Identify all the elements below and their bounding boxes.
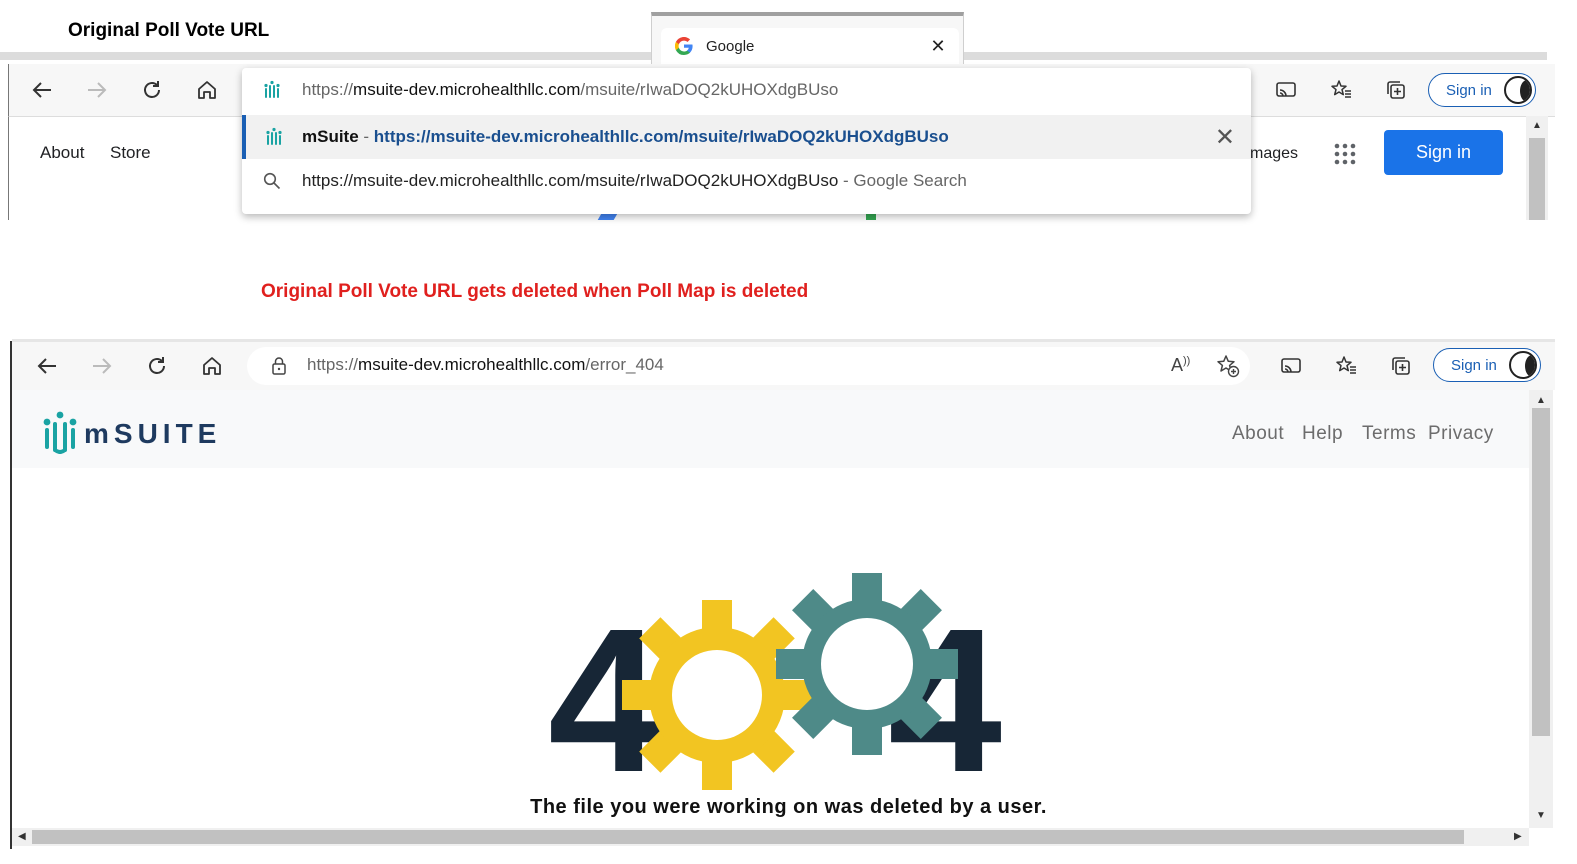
horizontal-scrollbar-thumb[interactable] — [32, 830, 1464, 844]
back-arrow-icon[interactable] — [31, 350, 63, 382]
omnibox-input-row[interactable]: https://msuite-dev.microhealthllc.com/ms… — [242, 68, 1251, 112]
google-store-link[interactable]: Store — [110, 143, 151, 163]
suggestion-separator: - — [358, 127, 374, 146]
tab-title: Google — [706, 38, 755, 55]
avatar — [1504, 76, 1532, 104]
forward-arrow-icon[interactable] — [81, 74, 113, 106]
avatar — [1509, 351, 1537, 379]
cast-icon[interactable] — [1275, 350, 1307, 382]
favorites-icon[interactable] — [1325, 74, 1357, 106]
profile-sign-in-button[interactable]: Sign in — [1428, 73, 1536, 107]
omnibox-dropdown: https://msuite-dev.microhealthllc.com/ms… — [242, 68, 1251, 214]
msuite-logo-text[interactable]: mSUITE — [84, 418, 221, 450]
back-arrow-icon[interactable] — [26, 74, 58, 106]
msuite-favicon-icon — [242, 80, 302, 100]
google-images-link[interactable]: mages — [1250, 145, 1298, 163]
msuite-logo-icon[interactable] — [42, 410, 78, 459]
google-about-link[interactable]: About — [40, 143, 84, 163]
omnibox-suggestion-search[interactable]: https://msuite-dev.microhealthllc.com/ms… — [242, 159, 1251, 203]
address-url-domain: msuite-dev.microhealthllc.com — [358, 355, 586, 374]
home-icon[interactable] — [191, 74, 223, 106]
home-icon[interactable] — [196, 350, 228, 382]
scrollbar-thumb[interactable] — [1529, 138, 1545, 220]
add-favorite-icon[interactable] — [1216, 354, 1240, 383]
scroll-up-icon[interactable]: ▲ — [1532, 120, 1542, 131]
profile-sign-in-button[interactable]: Sign in — [1433, 348, 1541, 382]
caption-original-url: Original Poll Vote URL — [68, 20, 270, 41]
scrollbar-thumb[interactable] — [1532, 408, 1550, 736]
tab-close-icon[interactable]: ✕ — [930, 36, 946, 57]
apps-grid-icon[interactable] — [1334, 143, 1356, 165]
collections-icon[interactable] — [1380, 74, 1412, 106]
collections-icon[interactable] — [1385, 350, 1417, 382]
suggestion-url: https://msuite-dev.microhealthllc.com/ms… — [373, 127, 949, 146]
suggestion-title: mSuite — [302, 127, 359, 146]
refresh-icon[interactable] — [136, 74, 168, 106]
address-url-path: /error_404 — [585, 355, 664, 374]
search-suggestion-suffix: - Google Search — [838, 171, 967, 190]
scroll-down-icon[interactable]: ▼ — [1536, 810, 1546, 821]
remove-suggestion-icon[interactable]: ✕ — [1215, 123, 1235, 152]
nav-help[interactable]: Help — [1302, 423, 1343, 445]
nav-privacy[interactable]: Privacy — [1428, 423, 1494, 445]
scroll-up-icon[interactable]: ▲ — [1536, 395, 1546, 406]
msuite-favicon-icon — [246, 127, 302, 147]
read-aloud-icon[interactable]: A)) — [1171, 355, 1190, 376]
scroll-right-icon[interactable]: ▶ — [1514, 831, 1522, 842]
omnibox-url-domain: msuite-dev.microhealthllc.com — [353, 80, 581, 99]
sign-in-label: Sign in — [1451, 356, 1497, 374]
scroll-left-icon[interactable]: ◀ — [18, 831, 26, 842]
sign-in-label: Sign in — [1446, 81, 1492, 99]
google-sign-in-button[interactable]: Sign in — [1384, 130, 1503, 175]
address-url: https://msuite-dev.microhealthllc.com/er… — [307, 355, 664, 375]
omnibox-url-prefix: https:// — [302, 80, 354, 99]
error-message: The file you were working on was deleted… — [530, 796, 1047, 818]
forward-arrow-icon[interactable] — [86, 350, 118, 382]
cast-icon[interactable] — [1270, 74, 1302, 106]
refresh-icon[interactable] — [141, 350, 173, 382]
teal-gear-icon — [776, 573, 958, 755]
caption-deleted-url: Original Poll Vote URL gets deleted when… — [261, 281, 809, 302]
google-g-icon — [675, 37, 693, 55]
nav-about[interactable]: About — [1232, 423, 1284, 445]
omnibox-suggestion-msuite[interactable]: mSuite - https://msuite-dev.microhealthl… — [242, 115, 1251, 159]
favorites-icon[interactable] — [1330, 350, 1362, 382]
address-url-prefix: https:// — [307, 355, 359, 374]
omnibox-url-path: /msuite/rIwaDOQ2kUHOXdgBUso — [580, 80, 839, 99]
search-icon — [242, 172, 302, 190]
search-suggestion-text: https://msuite-dev.microhealthllc.com/ms… — [302, 171, 839, 190]
lock-icon[interactable] — [270, 356, 288, 381]
nav-terms[interactable]: Terms — [1362, 423, 1416, 445]
